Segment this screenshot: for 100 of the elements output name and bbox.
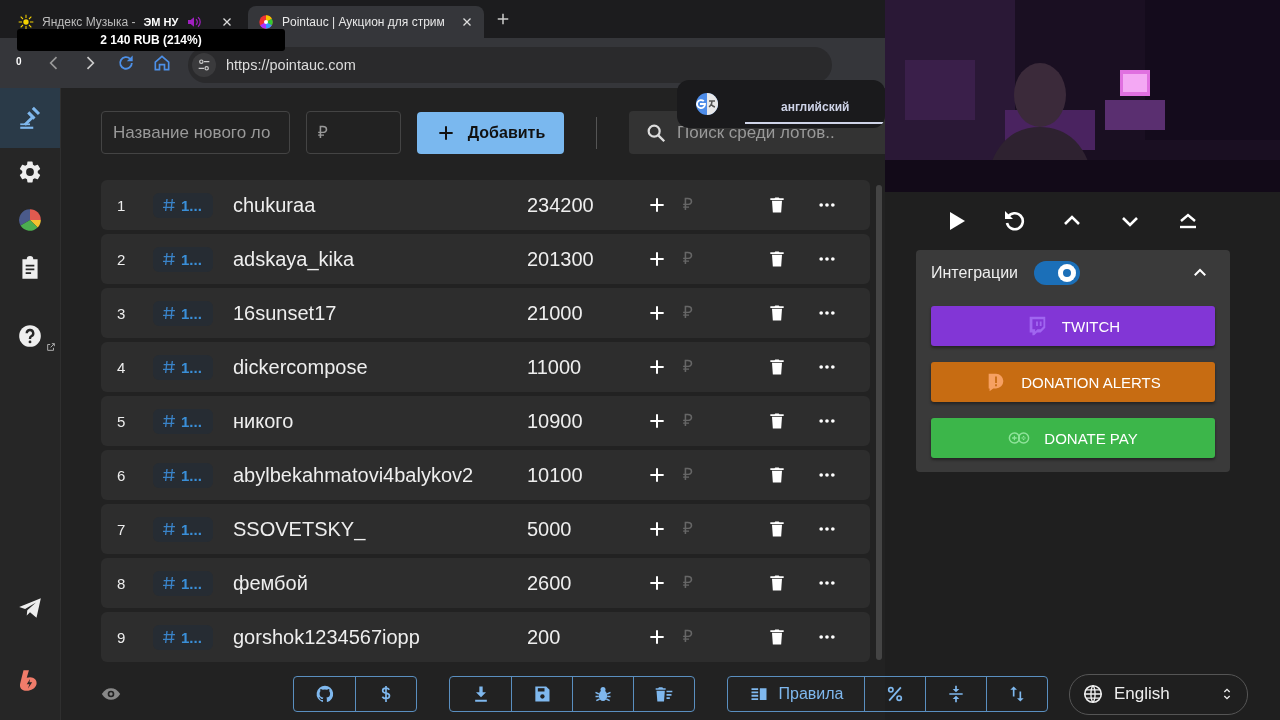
panel-title: Интеграции [931,264,1019,282]
site-settings-icon[interactable] [192,53,216,77]
lot-amount: 201300 [527,247,595,271]
lot-name: gorshok1234567iopp [233,625,421,649]
add-amount-field[interactable]: ₽ [681,410,755,432]
trash-icon[interactable] [767,411,787,431]
rank-number: 9 [117,628,127,646]
external-link-icon [46,342,56,352]
lot-name-field[interactable]: Название нового ло [101,111,290,154]
rank-number: 7 [117,520,127,538]
address-bar[interactable]: https://pointauc.com [188,47,832,83]
paper-plane-icon[interactable] [17,595,43,621]
lot-id-tag[interactable]: 1... [153,300,213,326]
lot-amount: 10100 [527,463,584,487]
lot-id-tag[interactable]: 1... [153,516,213,542]
add-amount-field[interactable]: ₽ [681,518,755,540]
rank-number: 5 [117,412,127,430]
trash-icon[interactable] [767,519,787,539]
settings-icon [17,159,43,185]
add-amount-field[interactable]: ₽ [681,572,755,594]
help-icon [17,323,43,349]
lot-id-tag[interactable]: 1... [153,408,213,434]
integration-button[interactable]: DONATE PAY [931,418,1215,458]
plus-icon[interactable] [647,573,667,593]
plus-icon[interactable] [647,357,667,377]
compress-icon [946,684,966,704]
add-button[interactable]: Добавить [417,111,564,154]
plus-icon[interactable] [647,411,667,431]
donation-total-toast: 2 140 RUB (214%) [17,29,285,51]
lot-name: chukuraa [233,193,317,217]
lot-name: adskaya_kika [233,247,356,271]
github-icon [314,684,335,704]
add-amount-field[interactable]: ₽ [681,302,755,324]
trash-icon[interactable] [767,357,787,377]
toolbar-button[interactable]: Правила [728,677,864,711]
plus-icon[interactable] [647,195,667,215]
add-amount-field[interactable]: ₽ [681,356,755,378]
trash-icon[interactable] [767,573,787,593]
rank-number: 3 [117,304,127,322]
plus-icon[interactable] [647,249,667,269]
language-select[interactable]: English [1069,673,1248,715]
globe-icon [1082,683,1104,705]
add-amount-field[interactable]: ₽ [681,464,755,486]
translate-icon [695,92,719,116]
lot-amount: 5000 [527,517,573,541]
lot-name: никого [233,409,295,433]
trash-icon[interactable] [767,249,787,269]
star-burst-icon [18,14,34,30]
trash-list-icon [654,684,674,704]
overlay-counter: 0 [16,56,22,67]
hash-icon [161,197,177,213]
gavel-icon [17,105,43,131]
tab-title: Pointauc | Аукцион для стрим [282,15,445,29]
add-amount-field[interactable]: ₽ [681,626,755,648]
lot-amount: 234200 [527,193,595,217]
integration-button[interactable]: TWITCH [931,306,1215,346]
restart-icon[interactable] [1002,209,1026,233]
reload-icon[interactable] [116,53,136,73]
scrollbar[interactable] [876,185,882,660]
lot-id-tag[interactable]: 1... [153,246,213,272]
hash-icon [161,359,177,375]
toggle-switch[interactable] [1034,261,1081,285]
lot-id-tag[interactable]: 1... [153,354,213,380]
add-amount-field[interactable]: ₽ [681,248,755,270]
plus-icon[interactable] [647,465,667,485]
plus-icon[interactable] [647,303,667,323]
lot-amount: 2600 [527,571,573,595]
home-icon[interactable] [152,53,172,73]
tab-title: Яндекс Музыка - [42,15,136,29]
lot-amount: 10900 [527,409,584,433]
lot-id-tag[interactable]: 1... [153,192,213,218]
lot-id-tag[interactable]: 1... [153,462,213,488]
bug-icon [593,684,613,704]
hash-icon [161,305,177,321]
color-wheel-icon [258,14,274,30]
lot-name: фембой [233,571,309,595]
lot-name: dickercompose [233,355,369,379]
overlay-caption: ЭМ НУ [143,16,179,28]
rank-number: 2 [117,250,127,268]
trash-icon[interactable] [767,303,787,323]
trash-icon[interactable] [767,627,787,647]
plus-icon[interactable] [647,519,667,539]
plus-icon[interactable] [647,627,667,647]
trash-icon[interactable] [767,195,787,215]
hash-icon [161,467,177,483]
lot-name: SSOVETSKY_ [233,517,367,541]
trash-icon[interactable] [767,465,787,485]
lot-id-tag[interactable]: 1... [153,624,213,650]
lot-id-tag[interactable]: 1... [153,570,213,596]
search-icon [645,122,667,144]
lot-name: abylbekahmatovi4balykov2 [233,463,475,487]
amount-field[interactable]: ₽ [306,111,401,154]
integration-button[interactable]: DONATION ALERTS [931,362,1215,402]
browser-tab[interactable]: Pointauc | Аукцион для стрим [248,6,484,38]
pie-chart-icon [17,207,43,233]
add-amount-field[interactable]: ₽ [681,194,755,216]
lot-amount: 11000 [527,355,583,379]
rank-number: 8 [117,574,127,592]
hash-icon [161,575,177,591]
lot-amount: 21000 [527,301,584,325]
